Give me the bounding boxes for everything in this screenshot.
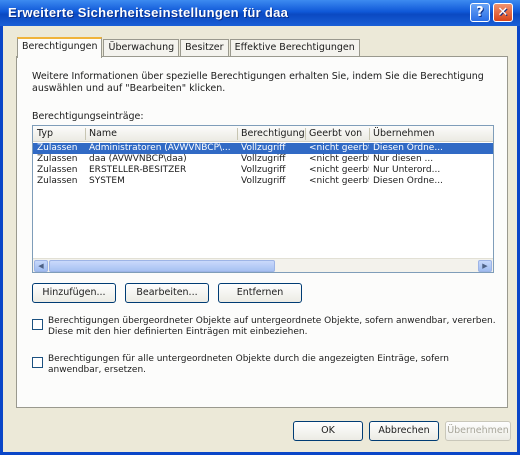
column-header-inherited-from[interactable]: Geerbt von — [305, 126, 369, 142]
cell-type: Zulassen — [37, 176, 78, 186]
edit-button[interactable]: Bearbeiten... — [125, 283, 209, 303]
ok-button[interactable]: OK — [293, 421, 363, 441]
tab-owner[interactable]: Besitzer — [180, 39, 229, 57]
cell-type: Zulassen — [37, 154, 78, 164]
scroll-left-icon[interactable]: ◀ — [34, 260, 48, 272]
cell-apply-to: Nur Unterord... — [373, 165, 441, 175]
permission-rows: Zulassen Administratoren (AVWVNBCP\... V… — [33, 143, 493, 187]
column-header-name[interactable]: Name — [85, 126, 237, 142]
cell-name: daa (AVWVNBCP\daa) — [89, 154, 187, 164]
cell-name: Administratoren (AVWVNBCP\... — [89, 143, 231, 153]
column-header-permission[interactable]: Berechtigung — [237, 126, 305, 142]
close-button[interactable]: ✕ — [493, 3, 513, 22]
cell-permission: Vollzugriff — [241, 176, 286, 186]
table-row[interactable]: Zulassen daa (AVWVNBCP\daa) Vollzugriff … — [33, 154, 493, 165]
list-header: Typ Name Berechtigung Geerbt von Überneh… — [33, 126, 493, 142]
cell-permission: Vollzugriff — [241, 143, 286, 153]
tab-effective-permissions[interactable]: Effektive Berechtigungen — [229, 39, 360, 57]
cell-apply-to: Diesen Ordne... — [373, 176, 443, 186]
scroll-right-icon[interactable]: ▶ — [478, 260, 492, 272]
cell-permission: Vollzugriff — [241, 165, 286, 175]
cell-name: SYSTEM — [89, 176, 125, 186]
remove-button[interactable]: Entfernen — [218, 283, 302, 303]
apply-button[interactable]: Übernehmen — [445, 421, 511, 441]
scrollbar-thumb[interactable] — [49, 260, 275, 272]
horizontal-scrollbar[interactable]: ◀ ▶ — [33, 258, 493, 272]
tab-auditing[interactable]: Überwachung — [103, 39, 180, 57]
cell-inherited-from: <nicht geerbt> — [309, 154, 369, 164]
cell-inherited-from: <nicht geerbt> — [309, 143, 369, 153]
replace-permissions-checkbox[interactable] — [32, 357, 43, 368]
cell-apply-to: Diesen Ordne... — [373, 143, 443, 153]
permission-entries-list[interactable]: Typ Name Berechtigung Geerbt von Überneh… — [32, 125, 494, 273]
table-row[interactable]: Zulassen SYSTEM Vollzugriff <nicht geerb… — [33, 176, 493, 187]
cell-permission: Vollzugriff — [241, 154, 286, 164]
help-button[interactable]: ? — [470, 3, 490, 22]
inherit-permissions-checkbox[interactable] — [32, 319, 43, 330]
column-header-type[interactable]: Typ — [33, 126, 85, 142]
replace-permissions-label: Berechtigungen für alle untergeordneten … — [48, 354, 449, 375]
tab-permissions[interactable]: Berechtigungen — [17, 37, 103, 58]
permission-entries-label: Berechtigungseinträge: — [32, 111, 144, 122]
table-row[interactable]: Zulassen ERSTELLER-BESITZER Vollzugriff … — [33, 165, 493, 176]
column-header-apply-to[interactable]: Übernehmen — [369, 126, 493, 142]
permissions-panel: Weitere Informationen über spezielle Ber… — [16, 56, 508, 408]
window-title: Erweiterte Sicherheitseinstellungen für … — [8, 5, 289, 20]
cancel-button[interactable]: Abbrechen — [369, 421, 439, 441]
security-settings-window: Erweiterte Sicherheitseinstellungen für … — [0, 0, 520, 455]
inherit-permissions-option[interactable]: Berechtigungen übergeordneter Objekte au… — [32, 316, 500, 338]
inherit-permissions-label: Berechtigungen übergeordneter Objekte au… — [48, 316, 496, 337]
replace-permissions-option[interactable]: Berechtigungen für alle untergeordneten … — [32, 354, 500, 376]
tab-strip: Berechtigungen Überwachung Besitzer Effe… — [17, 37, 361, 58]
cell-type: Zulassen — [37, 143, 78, 153]
cell-apply-to: Nur diesen ... — [373, 154, 434, 164]
cell-type: Zulassen — [37, 165, 78, 175]
cell-inherited-from: <nicht geerbt> — [309, 176, 369, 186]
add-button[interactable]: Hinzufügen... — [32, 283, 116, 303]
cell-name: ERSTELLER-BESITZER — [89, 165, 187, 175]
title-bar: Erweiterte Sicherheitseinstellungen für … — [0, 0, 520, 26]
table-row[interactable]: Zulassen Administratoren (AVWVNBCP\... V… — [33, 143, 493, 154]
cell-inherited-from: <nicht geerbt> — [309, 165, 369, 175]
info-text: Weitere Informationen über spezielle Ber… — [32, 71, 484, 94]
